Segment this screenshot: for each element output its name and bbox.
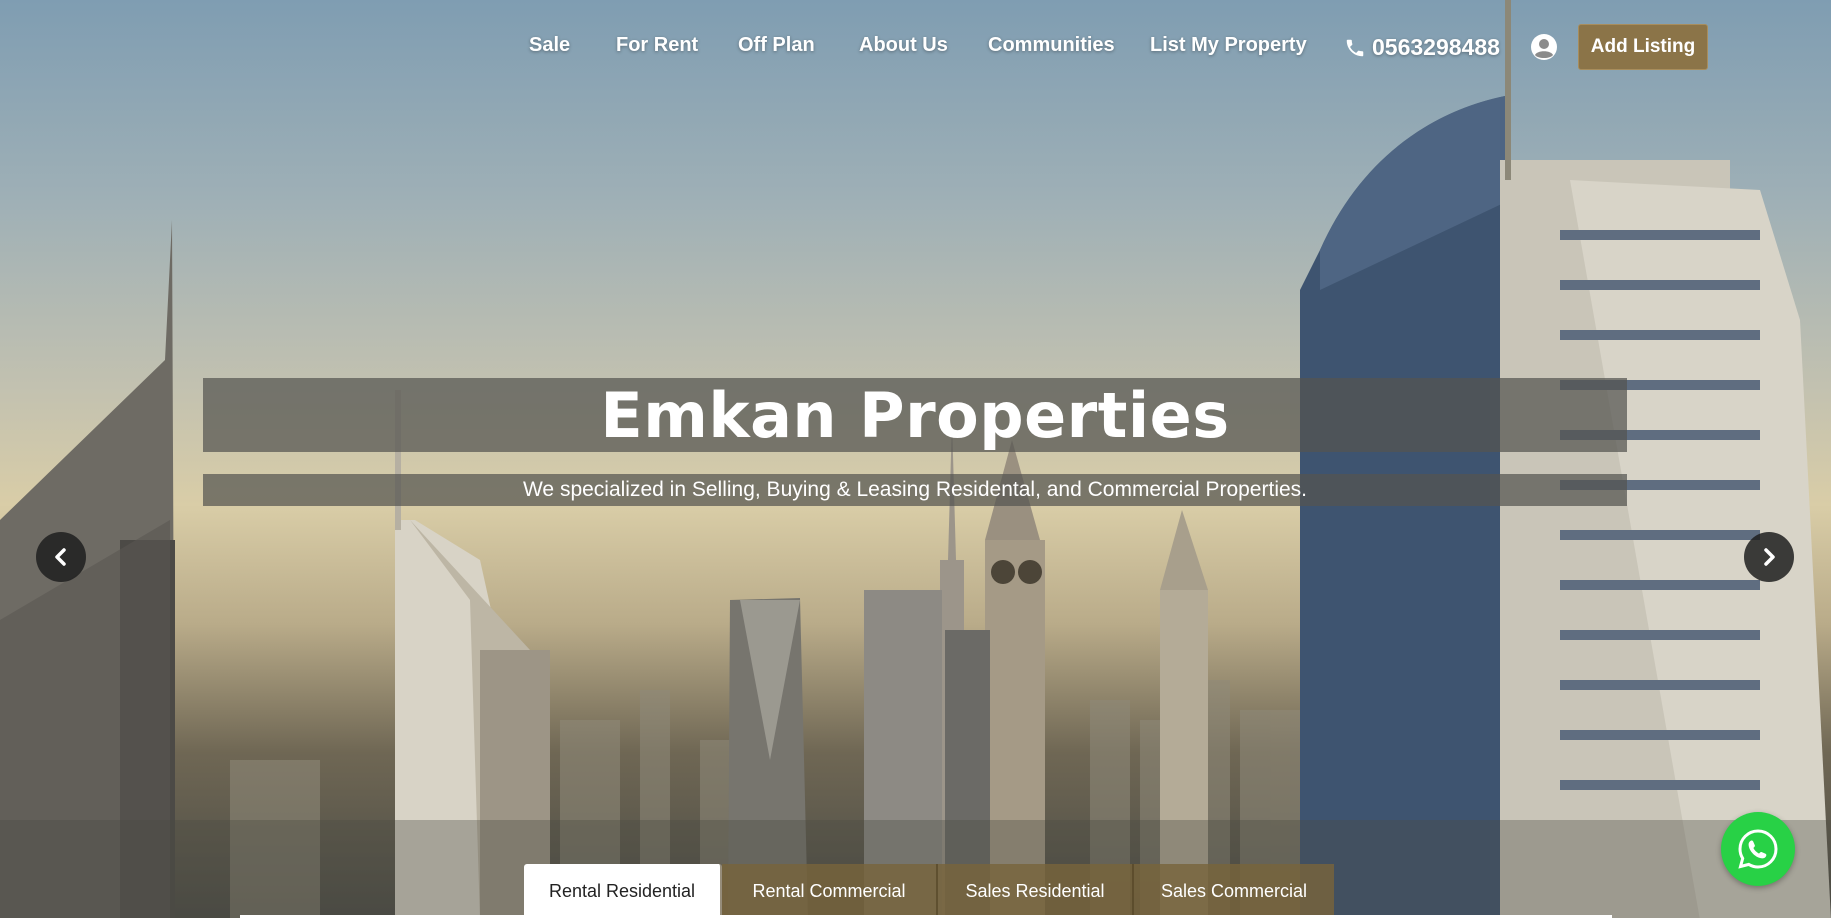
carousel-prev-button[interactable] — [36, 532, 86, 582]
chevron-right-icon — [1764, 548, 1775, 566]
chevron-left-icon — [55, 548, 66, 566]
add-listing-button[interactable]: Add Listing — [1578, 24, 1708, 70]
user-circle-icon[interactable] — [1530, 33, 1558, 61]
hero-subtitle-band: We specialized in Selling, Buying & Leas… — [203, 474, 1627, 506]
nav-item-about-us[interactable]: About Us — [859, 34, 948, 57]
hero-subtitle: We specialized in Selling, Buying & Leas… — [522, 478, 1307, 501]
city-skyline-image — [0, 0, 1831, 918]
phone-number: 0563298488 — [1372, 34, 1500, 60]
hero-title: Emkan Properties — [600, 378, 1230, 452]
top-navigation: Sale For Rent Off Plan About Us Communit… — [0, 0, 1831, 92]
search-tabs: Rental Residential Rental Commercial Sal… — [524, 864, 1334, 918]
nav-item-communities[interactable]: Communities — [988, 34, 1115, 57]
whatsapp-icon — [1738, 829, 1778, 869]
tab-sales-residential[interactable]: Sales Residential — [938, 864, 1134, 918]
nav-item-off-plan[interactable]: Off Plan — [738, 34, 815, 57]
tab-sales-commercial[interactable]: Sales Commercial — [1134, 864, 1334, 918]
carousel-next-button[interactable] — [1744, 532, 1794, 582]
nav-item-list-my-property[interactable]: List My Property — [1150, 34, 1307, 57]
phone-icon — [1346, 39, 1364, 56]
nav-item-sale[interactable]: Sale — [529, 34, 570, 57]
phone-link[interactable]: 0563298488 — [1344, 34, 1500, 61]
hero-title-band: Emkan Properties — [203, 378, 1627, 452]
nav-item-for-rent[interactable]: For Rent — [616, 34, 698, 57]
hero-background — [0, 0, 1831, 918]
tab-rental-residential[interactable]: Rental Residential — [524, 864, 722, 918]
tab-rental-commercial[interactable]: Rental Commercial — [722, 864, 938, 918]
whatsapp-button[interactable] — [1721, 812, 1795, 886]
